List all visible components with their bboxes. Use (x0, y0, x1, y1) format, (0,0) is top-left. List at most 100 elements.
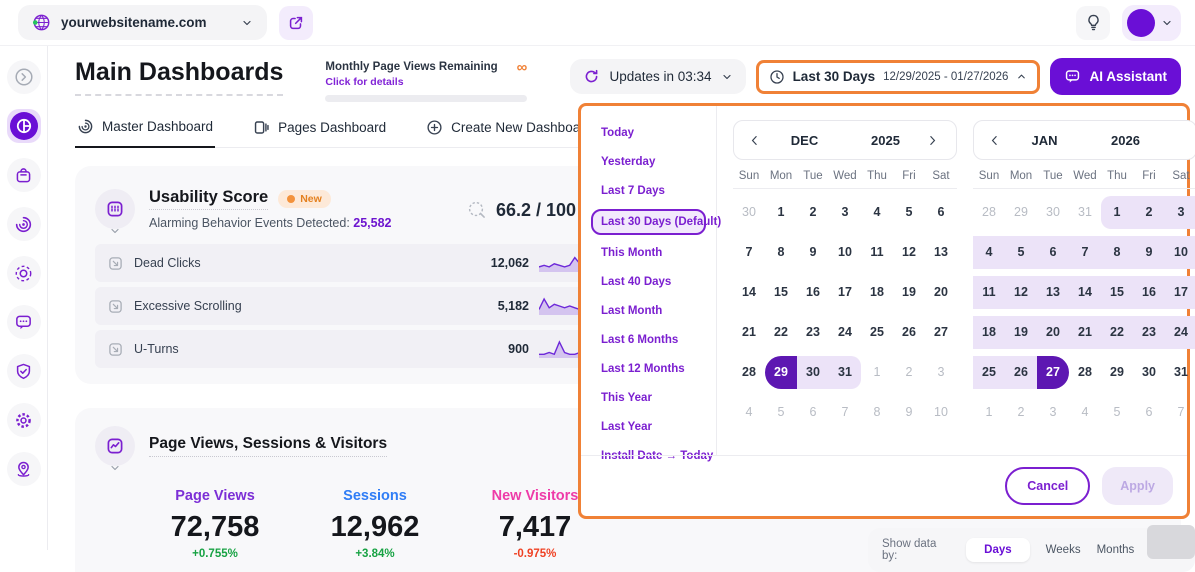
metric-row-dead-clicks[interactable]: Dead Clicks12,062 (95, 244, 623, 282)
preset-today[interactable]: Today (595, 122, 706, 144)
day-cell[interactable]: 11 (861, 236, 893, 269)
day-cell[interactable]: 31 (1069, 196, 1101, 229)
sidebar-item-recordings[interactable] (7, 256, 41, 290)
prev-month-icon[interactable] (748, 134, 764, 147)
day-cell[interactable]: 7 (1165, 396, 1195, 429)
preset-last-6-months[interactable]: Last 6 Months (595, 329, 706, 351)
day-cell[interactable]: 11 (973, 276, 1005, 309)
sidebar-item-settings[interactable] (7, 403, 41, 437)
day-cell[interactable]: 8 (1101, 236, 1133, 269)
day-cell[interactable]: 4 (733, 396, 765, 429)
preset-this-month[interactable]: This Month (595, 242, 706, 264)
prev-month-icon[interactable] (988, 134, 1004, 147)
metric-row-excessive-scrolling[interactable]: Excessive Scrolling5,182 (95, 287, 623, 325)
day-cell[interactable]: 16 (1133, 276, 1165, 309)
show-by-weeks[interactable]: Weeks (1046, 544, 1081, 556)
day-cell[interactable]: 7 (829, 396, 861, 429)
preset-last-30-days-default-[interactable]: Last 30 Days (Default) (591, 209, 706, 235)
usability-icon-bubble[interactable] (95, 189, 135, 229)
preset-last-40-days[interactable]: Last 40 Days (595, 271, 706, 293)
preset-last-month[interactable]: Last Month (595, 300, 706, 322)
day-cell[interactable]: 28 (1069, 356, 1101, 389)
day-cell[interactable]: 22 (1101, 316, 1133, 349)
day-cell[interactable]: 27 (925, 316, 957, 349)
day-cell[interactable]: 5 (765, 396, 797, 429)
day-cell[interactable]: 10 (1165, 236, 1195, 269)
day-cell[interactable]: 9 (1133, 236, 1165, 269)
day-cell[interactable]: 3 (1165, 196, 1195, 229)
day-cell[interactable]: 31 (1165, 356, 1195, 389)
day-cell[interactable]: 13 (925, 236, 957, 269)
metric-row-u-turns[interactable]: U-Turns900 (95, 330, 623, 368)
day-cell[interactable]: 7 (1069, 236, 1101, 269)
account-menu[interactable] (1122, 5, 1181, 41)
day-cell[interactable]: 21 (733, 316, 765, 349)
day-cell[interactable]: 17 (1165, 276, 1195, 309)
sidebar-item-feedback[interactable] (7, 305, 41, 339)
preset-last-12-months[interactable]: Last 12 Months (595, 358, 706, 380)
day-cell[interactable]: 29 (765, 356, 797, 389)
day-cell[interactable]: 5 (1101, 396, 1133, 429)
preset-yesterday[interactable]: Yesterday (595, 151, 706, 173)
day-cell[interactable]: 27 (1037, 356, 1069, 389)
day-cell[interactable]: 20 (1037, 316, 1069, 349)
day-cell[interactable]: 3 (925, 356, 957, 389)
day-cell[interactable]: 17 (829, 276, 861, 309)
day-cell[interactable]: 3 (1037, 396, 1069, 429)
day-cell[interactable]: 24 (1165, 316, 1195, 349)
day-cell[interactable]: 2 (797, 196, 829, 229)
day-cell[interactable]: 6 (1133, 396, 1165, 429)
day-cell[interactable]: 23 (1133, 316, 1165, 349)
day-cell[interactable]: 5 (1005, 236, 1037, 269)
day-cell[interactable]: 30 (797, 356, 829, 389)
sidebar-item-location[interactable] (7, 452, 41, 486)
day-cell[interactable]: 31 (829, 356, 861, 389)
day-cell[interactable]: 28 (733, 356, 765, 389)
day-cell[interactable]: 9 (797, 236, 829, 269)
updates-dropdown[interactable]: Updates in 03:34 (570, 59, 745, 94)
day-cell[interactable]: 15 (1101, 276, 1133, 309)
day-cell[interactable]: 4 (973, 236, 1005, 269)
pageviews-icon-bubble[interactable] (95, 426, 135, 466)
sidebar-item-shield[interactable] (7, 354, 41, 388)
sidebar-item-session-replay[interactable] (7, 207, 41, 241)
sidebar-item-collapse[interactable] (7, 60, 41, 94)
day-cell[interactable]: 26 (1005, 356, 1037, 389)
day-cell[interactable]: 21 (1069, 316, 1101, 349)
show-by-months[interactable]: Months (1097, 544, 1135, 556)
day-cell[interactable]: 14 (1069, 276, 1101, 309)
day-cell[interactable]: 8 (861, 396, 893, 429)
day-cell[interactable]: 6 (1037, 236, 1069, 269)
day-cell[interactable]: 22 (765, 316, 797, 349)
next-month-icon[interactable] (926, 134, 942, 147)
day-cell[interactable]: 2 (893, 356, 925, 389)
day-cell[interactable]: 19 (893, 276, 925, 309)
day-cell[interactable]: 12 (1005, 276, 1037, 309)
day-cell[interactable]: 16 (797, 276, 829, 309)
ai-assistant-button[interactable]: AI Assistant (1050, 58, 1181, 95)
day-cell[interactable]: 30 (733, 196, 765, 229)
day-cell[interactable]: 9 (893, 396, 925, 429)
day-cell[interactable]: 13 (1037, 276, 1069, 309)
tab-pages-dashboard[interactable]: Pages Dashboard (251, 118, 388, 147)
day-cell[interactable]: 30 (1133, 356, 1165, 389)
day-cell[interactable]: 5 (893, 196, 925, 229)
ideas-button[interactable] (1076, 6, 1110, 40)
day-cell[interactable]: 6 (797, 396, 829, 429)
day-cell[interactable]: 2 (1133, 196, 1165, 229)
tab-master-dashboard[interactable]: Master Dashboard (75, 118, 215, 148)
day-cell[interactable]: 18 (861, 276, 893, 309)
cancel-button[interactable]: Cancel (1005, 467, 1090, 505)
day-cell[interactable]: 1 (973, 396, 1005, 429)
day-cell[interactable]: 12 (893, 236, 925, 269)
day-cell[interactable]: 3 (829, 196, 861, 229)
website-selector[interactable]: yourwebsitename.com (18, 5, 267, 40)
day-cell[interactable]: 2 (1005, 396, 1037, 429)
day-cell[interactable]: 28 (973, 196, 1005, 229)
preset-last-7-days[interactable]: Last 7 Days (595, 180, 706, 202)
day-cell[interactable]: 20 (925, 276, 957, 309)
preset-last-year[interactable]: Last Year (595, 416, 706, 438)
day-cell[interactable]: 1 (861, 356, 893, 389)
day-cell[interactable]: 29 (1101, 356, 1133, 389)
day-cell[interactable]: 1 (765, 196, 797, 229)
